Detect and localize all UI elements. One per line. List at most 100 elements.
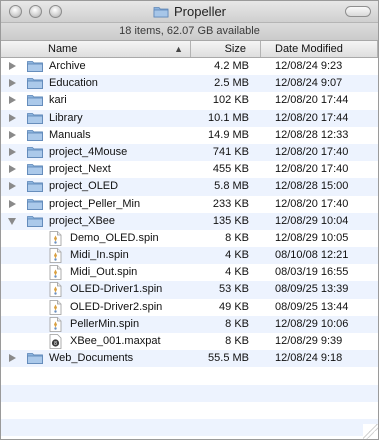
empty-row — [1, 436, 378, 439]
item-size: 14.9 MB — [208, 128, 249, 141]
item-name: Library — [49, 111, 83, 124]
item-size: 2.5 MB — [214, 77, 249, 90]
spin-file-icon — [49, 265, 62, 281]
column-header-date-modified[interactable]: Date Modified — [261, 41, 378, 57]
list-item[interactable]: project_OLED 5.8 MB 12/08/28 15:00 — [1, 178, 378, 196]
list-item[interactable]: project_Peller_Min 233 KB 12/08/20 17:40 — [1, 196, 378, 213]
item-size: 10.1 MB — [208, 111, 249, 124]
disclosure-triangle-icon[interactable] — [9, 165, 16, 174]
spin-file-icon — [49, 282, 62, 298]
item-date-modified: 12/08/29 10:04 — [275, 214, 349, 227]
item-name: OLED-Driver2.spin — [70, 300, 163, 313]
item-name: PellerMin.spin — [70, 317, 140, 330]
title-bar: Propeller — [1, 1, 378, 23]
item-name: XBee_001.maxpat — [70, 335, 161, 347]
list-item[interactable]: OLED-Driver2.spin 49 KB 08/09/25 13:44 — [1, 299, 378, 316]
item-size: 741 KB — [212, 145, 249, 158]
disclosure-triangle-icon[interactable] — [9, 354, 16, 363]
list-item[interactable]: Midi_In.spin 4 KB 08/10/08 12:21 — [1, 247, 378, 265]
item-date-modified: 12/08/29 10:05 — [275, 231, 349, 244]
item-name: project_Peller_Min — [49, 197, 141, 210]
column-header-name[interactable]: Name ▲ — [1, 41, 191, 57]
item-date-modified: 12/08/20 17:40 — [275, 145, 349, 158]
column-header-size[interactable]: Size — [191, 41, 261, 57]
disclosure-triangle-icon[interactable] — [9, 130, 16, 139]
list-item[interactable]: project_Next 455 KB 12/08/20 17:40 — [1, 161, 378, 178]
item-name: Archive — [49, 60, 86, 72]
disclosure-triangle-icon[interactable] — [9, 182, 16, 191]
item-date-modified: 12/08/20 17:40 — [275, 197, 349, 210]
disclosure-triangle-icon[interactable] — [9, 147, 16, 156]
spin-file-icon — [49, 230, 62, 246]
item-date-modified: 12/08/24 9:23 — [275, 60, 343, 72]
list-item[interactable]: Library 10.1 MB 12/08/20 17:44 — [1, 109, 378, 127]
list-item[interactable]: project_XBee 135 KB 12/08/29 10:04 — [1, 212, 378, 230]
item-date-modified: 08/09/25 13:44 — [275, 300, 349, 313]
item-date-modified: 12/08/20 17:44 — [275, 111, 349, 124]
folder-icon — [27, 198, 43, 210]
item-name: Demo_OLED.spin — [70, 231, 159, 244]
item-size: 53 KB — [219, 283, 249, 296]
list-item[interactable]: Archive 4.2 MB 12/08/24 9:23 — [1, 58, 378, 75]
resize-handle[interactable] — [363, 424, 378, 439]
list-item[interactable]: 8 XBee_001.maxpat 8 KB 12/08/29 9:39 — [1, 333, 378, 350]
item-name: Education — [49, 77, 98, 90]
column-header-date-label: Date Modified — [275, 43, 343, 55]
window-title-area: Propeller — [1, 4, 378, 21]
column-header-name-label: Name — [48, 43, 78, 55]
disclosure-triangle-icon[interactable] — [9, 96, 16, 105]
list-item[interactable]: OLED-Driver1.spin 53 KB 08/09/25 13:39 — [1, 281, 378, 299]
spin-file-icon — [49, 299, 62, 315]
status-bar: 18 items, 62.07 GB available — [1, 23, 378, 41]
disclosure-triangle-icon[interactable] — [9, 199, 16, 208]
item-date-modified: 12/08/29 10:06 — [275, 317, 349, 330]
item-size: 55.5 MB — [208, 352, 249, 365]
item-size: 4.2 MB — [214, 60, 249, 72]
list-item[interactable]: kari 102 KB 12/08/20 17:44 — [1, 92, 378, 109]
item-name: project_4Mouse — [49, 145, 128, 158]
window-title: Propeller — [173, 4, 227, 19]
list-item[interactable]: Manuals 14.9 MB 12/08/28 12:33 — [1, 127, 378, 144]
item-size: 8 KB — [225, 317, 249, 330]
item-size: 8 KB — [225, 335, 249, 347]
folder-icon — [27, 180, 43, 193]
item-date-modified: 08/03/19 16:55 — [275, 266, 349, 279]
item-name: project_Next — [49, 163, 111, 176]
folder-icon — [27, 146, 43, 158]
item-size: 4 KB — [225, 266, 249, 279]
item-date-modified: 12/08/24 9:18 — [275, 352, 343, 365]
list-item[interactable]: Demo_OLED.spin 8 KB 12/08/29 10:05 — [1, 230, 378, 247]
item-date-modified: 12/08/20 17:40 — [275, 163, 349, 176]
list-item[interactable]: Web_Documents 55.5 MB 12/08/24 9:18 — [1, 350, 378, 368]
item-name: Midi_In.spin — [70, 249, 129, 262]
disclosure-triangle-open-icon[interactable] — [8, 217, 16, 225]
folder-icon — [27, 352, 43, 365]
list-item[interactable]: Midi_Out.spin 4 KB 08/03/19 16:55 — [1, 264, 378, 281]
list-item[interactable]: project_4Mouse 741 KB 12/08/20 17:40 — [1, 143, 378, 162]
disclosure-triangle-icon[interactable] — [9, 79, 16, 88]
list-item[interactable]: Education 2.5 MB 12/08/24 9:07 — [1, 75, 378, 93]
svg-text:8: 8 — [54, 341, 57, 347]
column-header: Name ▲ Size Date Modified — [1, 41, 378, 58]
list-item[interactable]: PellerMin.spin 8 KB 12/08/29 10:06 — [1, 315, 378, 333]
item-date-modified: 12/08/29 9:39 — [275, 335, 343, 347]
disclosure-triangle-icon[interactable] — [9, 113, 16, 122]
item-size: 102 KB — [212, 94, 249, 107]
spin-file-icon — [49, 248, 62, 263]
item-size: 455 KB — [212, 163, 249, 176]
item-name: project_XBee — [49, 214, 116, 227]
item-size: 8 KB — [225, 231, 249, 244]
folder-icon — [27, 215, 43, 227]
item-size: 233 KB — [212, 197, 249, 210]
sort-ascending-icon: ▲ — [174, 44, 183, 54]
item-date-modified: 12/08/28 12:33 — [275, 128, 349, 141]
item-name: Web_Documents — [49, 352, 134, 365]
item-name: OLED-Driver1.spin — [70, 283, 163, 296]
item-size: 49 KB — [219, 300, 249, 313]
toolbar-toggle-button[interactable] — [345, 6, 371, 17]
item-date-modified: 12/08/24 9:07 — [275, 77, 343, 90]
item-name: kari — [49, 94, 67, 107]
item-name: project_OLED — [49, 180, 119, 193]
disclosure-triangle-icon[interactable] — [9, 62, 16, 70]
finder-window: Propeller 18 items, 62.07 GB available N… — [0, 0, 379, 440]
